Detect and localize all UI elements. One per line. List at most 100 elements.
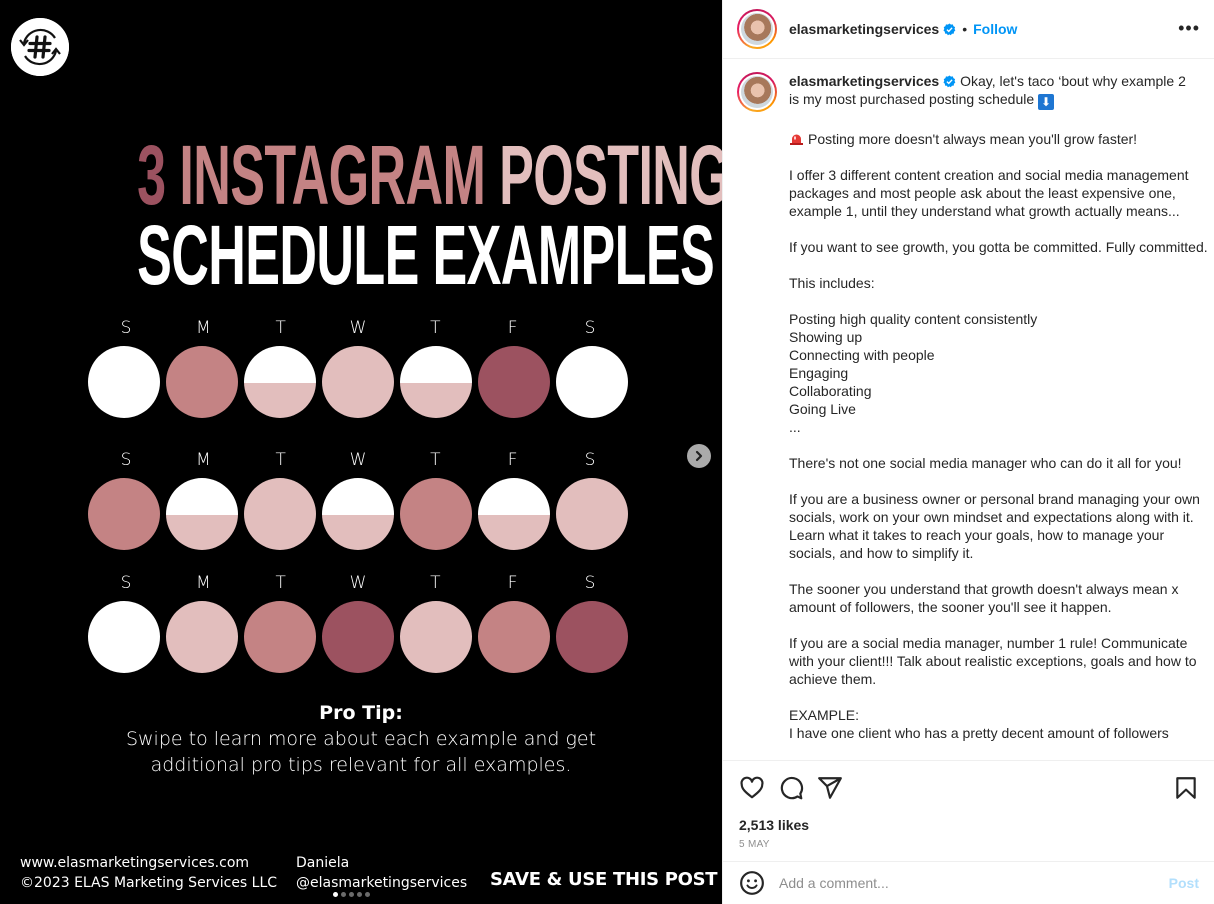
circle-top-half [166,346,238,384]
day-circle [88,346,160,418]
weekday-label: T [275,318,286,338]
day-circle [88,601,160,673]
weekday-label: M [195,573,211,593]
day-circle [244,601,316,673]
circle-top-half [88,478,160,516]
caption-intro: elasmarketingservices Okay, let's taco ‘… [789,72,1189,112]
circle-top-half [400,346,472,384]
day-circle [322,346,394,418]
circle-bottom-half [400,383,472,418]
weekday-label: W [349,318,367,338]
day-circle [478,478,550,550]
carousel-indicator [333,892,370,897]
author-avatar[interactable] [737,9,777,49]
circle-top-half [556,346,628,384]
weekday-label: S [584,318,596,338]
circle-top-half [322,478,394,516]
day-circle [400,346,472,418]
carousel-dot [341,892,346,897]
caption-scroll-area[interactable]: elasmarketingservices Okay, let's taco ‘… [723,60,1214,760]
emoji-picker-icon[interactable] [739,870,765,896]
weekday-labels: SMTWTFS [88,573,628,593]
likes-count[interactable]: 2,513 likes [739,817,1199,833]
caption-siren-line: Posting more doesn't always mean you'll … [775,130,1214,148]
save-bookmark-icon[interactable] [1173,775,1199,801]
weekday-label: S [120,318,132,338]
profile-photo [741,76,773,108]
pro-tip-line-1: Swipe to learn more about each example a… [125,728,597,750]
weekday-label: T [430,318,441,338]
circle-bottom-half [478,638,550,673]
share-paper-plane-icon[interactable] [817,775,843,801]
weekday-label: S [584,450,596,470]
post-comment-button[interactable]: Post [1169,875,1199,891]
verified-badge-icon [943,75,956,88]
weekday-label: T [430,450,441,470]
next-slide-button[interactable] [687,444,711,468]
day-circle [322,601,394,673]
day-circle [556,346,628,418]
circle-top-half [556,478,628,516]
post-media-carousel[interactable]: 3 INSTAGRAM POSTING SCHEDULE EXAMPLES S M… [0,0,722,904]
footer-cta: SAVE & USE THIS POST [490,869,718,890]
day-circle [478,346,550,418]
caption-header: elasmarketingservices Okay, let's taco ‘… [723,60,1214,112]
weekday-label: M [195,450,211,470]
circle-bottom-half [88,383,160,418]
day-circle [556,601,628,673]
post-date[interactable]: 5 MAY [739,839,1199,850]
circle-top-half [244,346,316,384]
day-circle [478,601,550,673]
down-arrow-emoji-icon: ⬇ [1038,94,1055,110]
weekday-label: W [349,573,367,593]
circle-bottom-half [322,515,394,550]
footer-middle: Daniela @elasmarketingservices [296,853,467,893]
footer-name: Daniela [296,855,350,871]
weekday-label: S [584,573,596,593]
caption-username[interactable]: elasmarketingservices [789,73,939,89]
weekday-label: F [507,318,518,338]
footer-left: www.elasmarketingservices.com ©2023 ELAS… [20,853,277,893]
siren-line-text: Posting more doesn't always mean you'll … [808,131,1138,147]
headline-line-2: SCHEDULE EXAMPLES [137,208,715,302]
day-circle [166,601,238,673]
caption-avatar[interactable] [737,72,777,112]
circle-bottom-half [556,638,628,673]
more-options-icon[interactable]: ••• [1178,18,1200,39]
post-header: elasmarketingservices • Follow ••• [723,0,1214,59]
pro-tip-title: Pro Tip: [319,702,403,724]
day-circles [88,346,628,418]
comment-input[interactable] [779,875,1169,891]
circle-bottom-half [244,515,316,550]
day-circle [166,478,238,550]
footer-handle: @elasmarketingservices [296,875,468,891]
circle-bottom-half [166,515,238,550]
circle-top-half [322,601,394,639]
circle-bottom-half [478,515,550,550]
circle-bottom-half [88,638,160,673]
comment-bubble-icon[interactable] [778,775,804,801]
schedule-week-1: SMTWTFS [88,318,628,418]
comment-bar: Post [723,861,1214,904]
carousel-dot [333,892,338,897]
post-side-panel: elasmarketingservices • Follow ••• elasm… [722,0,1214,904]
circle-top-half [478,346,550,384]
weekday-label: W [349,450,367,470]
follow-button[interactable]: Follow [973,21,1017,37]
day-circle [166,346,238,418]
separator-dot: • [962,21,968,37]
post-actions: 2,513 likes 5 MAY [723,760,1214,850]
circle-bottom-half [400,638,472,673]
footer-website: www.elasmarketingservices.com [20,855,250,871]
day-circle [400,478,472,550]
day-circle [400,601,472,673]
like-heart-icon[interactable] [739,775,765,801]
verified-badge-icon [943,22,956,35]
author-username[interactable]: elasmarketingservices [789,21,939,37]
circle-top-half [166,601,238,639]
weekday-label: M [195,318,211,338]
weekday-labels: SMTWTFS [88,450,628,470]
weekday-label: T [430,573,441,593]
weekday-label: T [275,573,286,593]
headline-line-1: 3 INSTAGRAM POSTING [137,130,722,220]
